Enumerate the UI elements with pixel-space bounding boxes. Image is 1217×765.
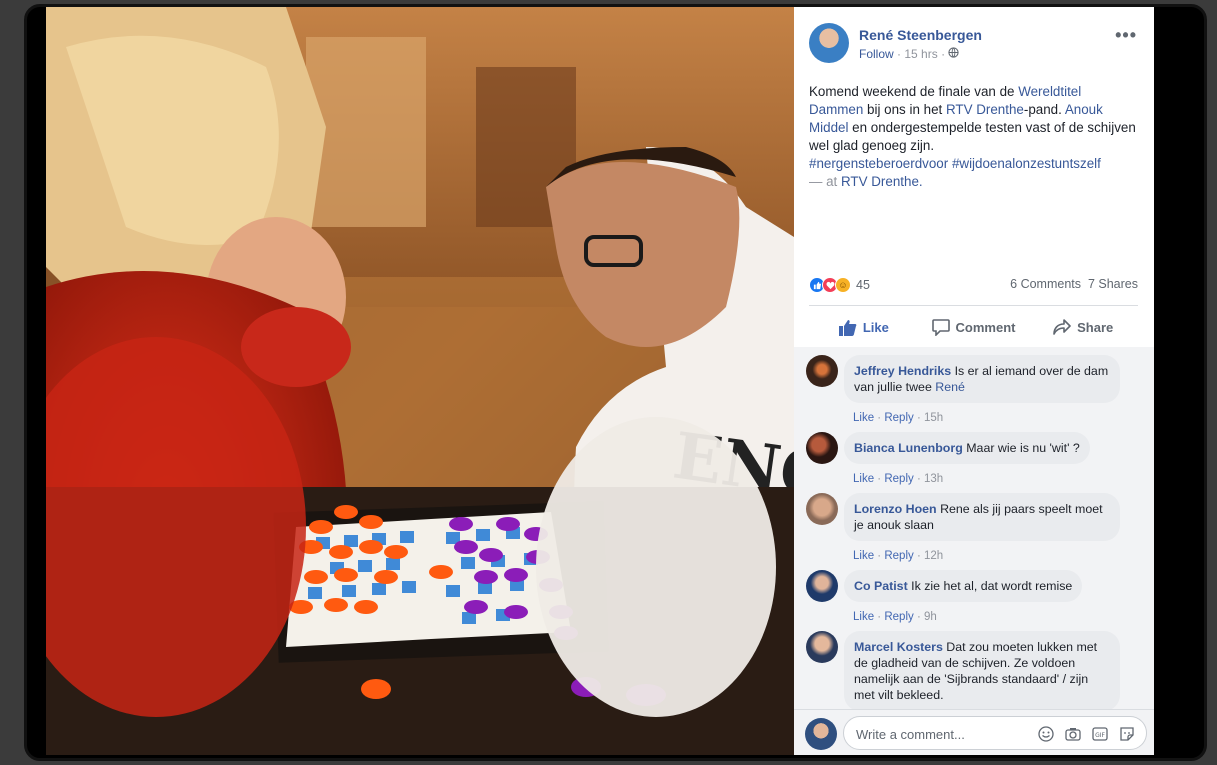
commenter-name[interactable]: Jeffrey Hendriks <box>854 364 951 378</box>
globe-icon <box>948 47 960 61</box>
sticker-icon[interactable] <box>1118 725 1136 743</box>
like-label: Like <box>862 319 889 335</box>
comment-icon <box>931 318 950 336</box>
comment-like-link[interactable]: Like <box>853 550 874 562</box>
thumbs-up-icon <box>838 319 857 336</box>
svg-text:GIF: GIF <box>1095 732 1105 739</box>
comments-count[interactable]: 6 Comments <box>1010 277 1081 291</box>
comment-actions: Like · Reply · 9h <box>853 611 937 623</box>
post-time[interactable]: 15 hrs <box>904 47 937 61</box>
reactions-summary[interactable]: ☺ 45 <box>809 277 870 293</box>
emoji-icon[interactable] <box>1037 725 1055 743</box>
share-label: Share <box>1077 319 1114 335</box>
commenter-avatar[interactable] <box>806 355 838 387</box>
comment-bubble: Lorenzo Hoen Rene als jij paars speelt m… <box>844 493 1120 541</box>
camera-icon[interactable] <box>1064 725 1082 743</box>
post-meta: Follow · 15 hrs · <box>859 47 960 61</box>
more-options-icon[interactable]: ••• <box>1115 25 1137 46</box>
share-button[interactable]: Share <box>1028 309 1138 345</box>
comment-time[interactable]: 9h <box>924 611 937 623</box>
divider <box>809 305 1138 306</box>
comment-like-link[interactable]: Like <box>853 611 874 623</box>
at-label: — at <box>809 174 841 189</box>
comment-input[interactable]: Write a comment... GIF <box>843 716 1147 750</box>
like-button[interactable]: Like <box>809 309 919 345</box>
comment-bubble: Jeffrey Hendriks Is er al iemand over de… <box>844 355 1120 403</box>
comment-text: Ik zie het al, dat wordt remise <box>911 579 1073 593</box>
comment-reply-link[interactable]: Reply <box>884 550 913 562</box>
comment-time[interactable]: 12h <box>924 550 943 562</box>
link-rtv-drenthe[interactable]: RTV Drenthe <box>946 102 1024 117</box>
commenter-name[interactable]: Marcel Kosters <box>854 640 943 654</box>
comments-list: Jeffrey Hendriks Is er al iemand over de… <box>794 347 1154 709</box>
post-stats: ☺ 45 6 Comments 7 Shares <box>809 277 1138 297</box>
comment-reply-link[interactable]: Reply <box>884 611 913 623</box>
author-name[interactable]: René Steenbergen <box>859 27 982 43</box>
post-panel: René Steenbergen Follow · 15 hrs · ••• K… <box>794 7 1154 755</box>
follow-link[interactable]: Follow <box>859 47 894 61</box>
comment-text: Maar wie is nu 'wit' ? <box>966 441 1080 455</box>
share-icon <box>1053 318 1071 335</box>
comment-actions: Like · Reply · 12h <box>853 550 944 562</box>
post-text: Komend weekend de finale van de Wereldti… <box>809 83 1139 191</box>
comment-like-link[interactable]: Like <box>853 412 874 424</box>
commenter-name[interactable]: Bianca Lunenborg <box>854 441 963 455</box>
post-actions: Like Comment Share <box>809 309 1138 345</box>
photo-illustration: ENO <box>46 7 794 755</box>
comment-input-placeholder: Write a comment... <box>856 727 965 742</box>
hashtag-nergensteberoerdvoor[interactable]: #nergensteberoerdvoor <box>809 156 948 171</box>
post-text-part: bij ons in het <box>863 102 946 117</box>
current-user-avatar <box>805 718 837 750</box>
comment-time[interactable]: 13h <box>924 473 943 485</box>
hashtag-wijdoenalonzestuntszelf[interactable]: #wijdoenalonzestuntszelf <box>952 156 1101 171</box>
comment-reply-link[interactable]: Reply <box>884 473 913 485</box>
stats-right: 6 Comments 7 Shares <box>1010 277 1138 291</box>
author-avatar[interactable] <box>809 23 849 63</box>
comment-actions: Like · Reply · 13h <box>853 473 944 485</box>
post-header: René Steenbergen Follow · 15 hrs · ••• <box>809 23 1139 67</box>
comment-bubble: Bianca Lunenborg Maar wie is nu 'wit' ? <box>844 432 1090 464</box>
link-location-rtv-drenthe[interactable]: RTV Drenthe <box>841 174 919 189</box>
comment-composer: Write a comment... GIF <box>794 709 1154 755</box>
comment-actions: Like · Reply · 15h <box>853 412 944 424</box>
reaction-count: 45 <box>856 278 870 292</box>
post-text-part: . <box>918 174 923 189</box>
commenter-name[interactable]: Lorenzo Hoen <box>854 502 937 516</box>
comment-bubble: Co Patist Ik zie het al, dat wordt remis… <box>844 570 1083 602</box>
commenter-name[interactable]: Co Patist <box>854 579 908 593</box>
comment-time[interactable]: 15h <box>924 412 943 424</box>
gif-icon[interactable]: GIF <box>1091 725 1109 743</box>
shares-count[interactable]: 7 Shares <box>1088 277 1138 291</box>
comment-button[interactable]: Comment <box>919 309 1029 345</box>
composer-icons: GIF <box>1037 725 1136 743</box>
comment-bubble: Marcel Kosters Dat zou moeten lukken met… <box>844 631 1120 709</box>
mention-link[interactable]: René <box>935 380 965 394</box>
haha-reaction-icon: ☺ <box>835 277 851 293</box>
post-photo[interactable]: ENO <box>46 7 794 755</box>
commenter-avatar[interactable] <box>806 432 838 464</box>
post-text-part: en ondergestempelde testen vast of de sc… <box>809 120 1136 153</box>
commenter-avatar[interactable] <box>806 631 838 663</box>
comment-reply-link[interactable]: Reply <box>884 412 913 424</box>
comment-like-link[interactable]: Like <box>853 473 874 485</box>
comment-label: Comment <box>955 319 1016 335</box>
commenter-avatar[interactable] <box>806 570 838 602</box>
post-text-part: -pand. <box>1023 102 1065 117</box>
post-text-part: Komend weekend de finale van de <box>809 84 1019 99</box>
commenter-avatar[interactable] <box>806 493 838 525</box>
